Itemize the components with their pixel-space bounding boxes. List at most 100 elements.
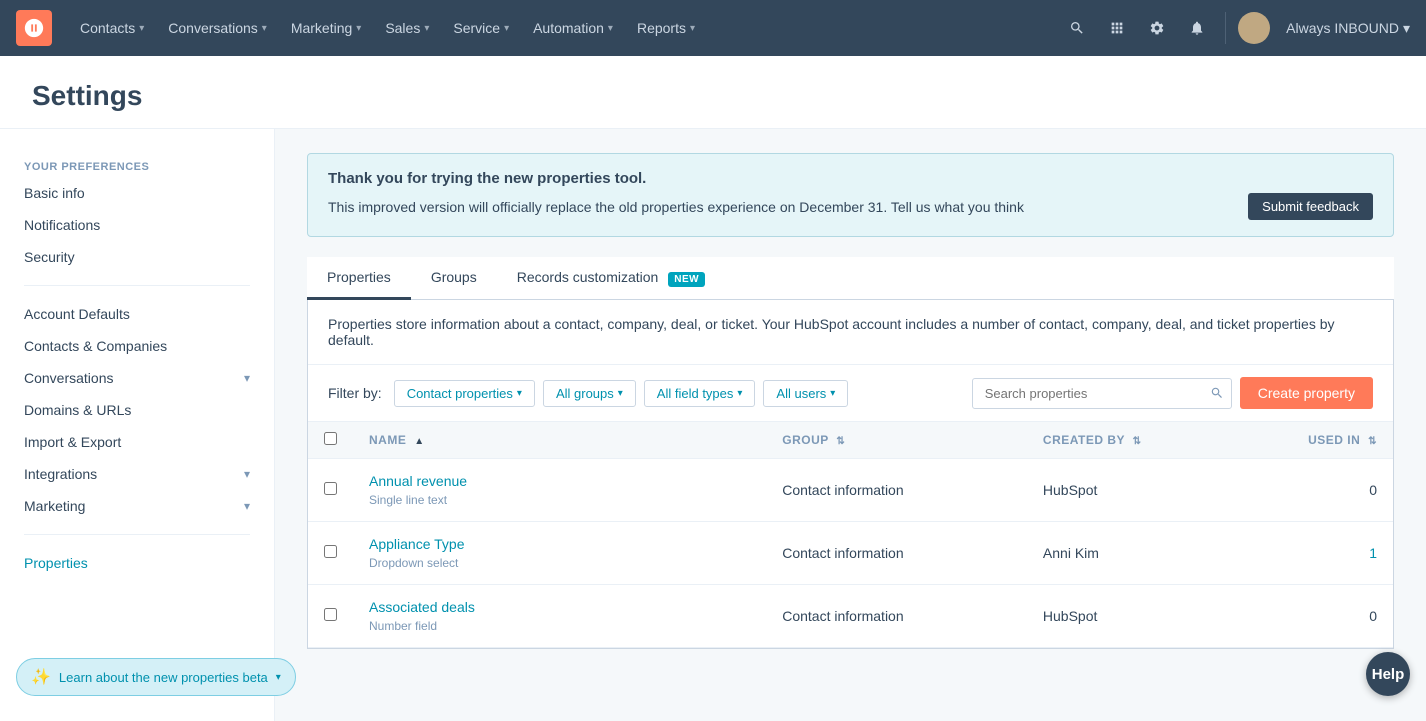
column-used-in: USED IN ⇅: [1236, 422, 1393, 459]
hubspot-logo[interactable]: [16, 10, 52, 46]
help-button[interactable]: Help: [1366, 652, 1410, 696]
table-row: Associated deals Number field Contact in…: [308, 585, 1393, 648]
nav-item-automation[interactable]: Automation ▾: [521, 0, 625, 56]
used-count: 0: [1369, 608, 1377, 624]
sidebar-item-integrations[interactable]: Integrations ▾: [0, 458, 274, 490]
table-header-row: NAME ▲ GROUP ⇅ CREATED BY ⇅: [308, 422, 1393, 459]
row-checkbox-cell: [308, 585, 353, 648]
chevron-down-icon: ▾: [830, 388, 835, 399]
sort-icon-used[interactable]: ⇅: [1368, 436, 1377, 447]
submit-feedback-button[interactable]: Submit feedback: [1248, 193, 1373, 220]
row-checkbox-cell: [308, 459, 353, 522]
filter-by-label: Filter by:: [328, 385, 382, 401]
tab-properties[interactable]: Properties: [307, 257, 411, 300]
row-checkbox-2[interactable]: [324, 608, 337, 621]
nav-item-reports[interactable]: Reports ▾: [625, 0, 707, 56]
tab-records-customization[interactable]: Records customization NEW: [497, 257, 725, 300]
sidebar-item-account-defaults[interactable]: Account Defaults: [0, 298, 274, 330]
search-container: [972, 378, 1232, 409]
learn-beta-button[interactable]: ✨ Learn about the new properties beta ▾: [16, 658, 296, 696]
chevron-down-icon: ▾: [276, 672, 281, 683]
row-checkbox-0[interactable]: [324, 482, 337, 495]
chevron-down-icon: ▾: [608, 23, 613, 34]
sidebar-item-security[interactable]: Security: [0, 241, 274, 273]
table-row: Appliance Type Dropdown select Contact i…: [308, 522, 1393, 585]
sidebar-item-conversations[interactable]: Conversations ▾: [0, 362, 274, 394]
sidebar-item-notifications[interactable]: Notifications: [0, 209, 274, 241]
filter-all-users[interactable]: All users ▾: [763, 380, 848, 407]
sidebar-item-domains-urls[interactable]: Domains & URLs: [0, 394, 274, 426]
sidebar-item-import-export[interactable]: Import & Export: [0, 426, 274, 458]
search-input[interactable]: [972, 378, 1232, 409]
property-type: Dropdown select: [369, 556, 458, 570]
chevron-down-icon: ▾: [356, 23, 361, 34]
sidebar-item-basic-info[interactable]: Basic info: [0, 177, 274, 209]
main-content: Thank you for trying the new properties …: [275, 129, 1426, 721]
nav-right: Always INBOUND ▾: [1061, 12, 1410, 44]
row-group-cell: Contact information: [766, 459, 1027, 522]
chevron-down-icon: ▾: [244, 467, 250, 481]
avatar[interactable]: [1238, 12, 1270, 44]
tab-groups[interactable]: Groups: [411, 257, 497, 300]
filter-contact-properties[interactable]: Contact properties ▾: [394, 380, 535, 407]
used-count[interactable]: 1: [1369, 545, 1377, 561]
sidebar-item-contacts-companies[interactable]: Contacts & Companies: [0, 330, 274, 362]
filter-all-groups[interactable]: All groups ▾: [543, 380, 636, 407]
property-name-link[interactable]: Associated deals: [369, 599, 750, 615]
sort-icon-created[interactable]: ⇅: [1133, 436, 1142, 447]
sidebar-item-marketing[interactable]: Marketing ▾: [0, 490, 274, 522]
sidebar-section-preferences: Your preferences: [0, 153, 274, 177]
page-body: Settings Your preferences Basic info Not…: [0, 56, 1426, 721]
nav-item-service[interactable]: Service ▾: [441, 0, 521, 56]
info-banner: Thank you for trying the new properties …: [307, 153, 1394, 237]
chevron-down-icon: ▾: [517, 388, 522, 399]
row-name-cell: Appliance Type Dropdown select: [353, 522, 766, 585]
row-name-cell: Associated deals Number field: [353, 585, 766, 648]
row-used-cell: 1: [1236, 522, 1393, 585]
select-all-checkbox[interactable]: [324, 432, 337, 445]
row-checkbox-1[interactable]: [324, 545, 337, 558]
row-group-cell: Contact information: [766, 522, 1027, 585]
nav-item-sales[interactable]: Sales ▾: [373, 0, 441, 56]
sort-icon-name[interactable]: ▲: [414, 436, 424, 447]
select-all-cell: [308, 422, 353, 459]
sidebar-divider: [24, 285, 250, 286]
settings-header: Settings: [0, 56, 1426, 129]
new-badge: NEW: [668, 272, 705, 287]
top-navigation: Contacts ▾ Conversations ▾ Marketing ▾ S…: [0, 0, 1426, 56]
filter-bar: Filter by: Contact properties ▾ All grou…: [308, 365, 1393, 422]
row-used-cell: 0: [1236, 585, 1393, 648]
chevron-down-icon: ▾: [262, 23, 267, 34]
nav-item-contacts[interactable]: Contacts ▾: [68, 0, 156, 56]
search-icon[interactable]: [1061, 12, 1093, 44]
banner-body: This improved version will officially re…: [328, 193, 1373, 220]
create-property-button[interactable]: Create property: [1240, 377, 1373, 409]
column-name: NAME ▲: [353, 422, 766, 459]
column-created-by: CREATED BY ⇅: [1027, 422, 1236, 459]
nav-item-marketing[interactable]: Marketing ▾: [279, 0, 374, 56]
property-name-link[interactable]: Appliance Type: [369, 536, 750, 552]
description-text: Properties store information about a con…: [308, 300, 1393, 365]
nav-item-conversations[interactable]: Conversations ▾: [156, 0, 279, 56]
property-type: Number field: [369, 619, 437, 633]
sparkle-icon: ✨: [31, 667, 51, 687]
chevron-down-icon: ▾: [244, 371, 250, 385]
filter-all-field-types[interactable]: All field types ▾: [644, 380, 756, 407]
sort-icon-group[interactable]: ⇅: [836, 436, 845, 447]
notifications-icon[interactable]: [1181, 12, 1213, 44]
account-name[interactable]: Always INBOUND ▾: [1286, 20, 1410, 37]
sidebar-item-properties[interactable]: Properties: [0, 547, 274, 579]
nav-items: Contacts ▾ Conversations ▾ Marketing ▾ S…: [68, 0, 1061, 56]
used-count: 0: [1369, 482, 1377, 498]
nav-divider: [1225, 12, 1226, 44]
property-name-link[interactable]: Annual revenue: [369, 473, 750, 489]
apps-icon[interactable]: [1101, 12, 1133, 44]
property-type: Single line text: [369, 493, 447, 507]
chevron-down-icon: ▾: [618, 388, 623, 399]
row-used-cell: 0: [1236, 459, 1393, 522]
settings-icon[interactable]: [1141, 12, 1173, 44]
row-checkbox-cell: [308, 522, 353, 585]
settings-layout: Your preferences Basic info Notification…: [0, 129, 1426, 721]
search-submit-button[interactable]: [1210, 386, 1224, 400]
row-created-cell: Anni Kim: [1027, 522, 1236, 585]
